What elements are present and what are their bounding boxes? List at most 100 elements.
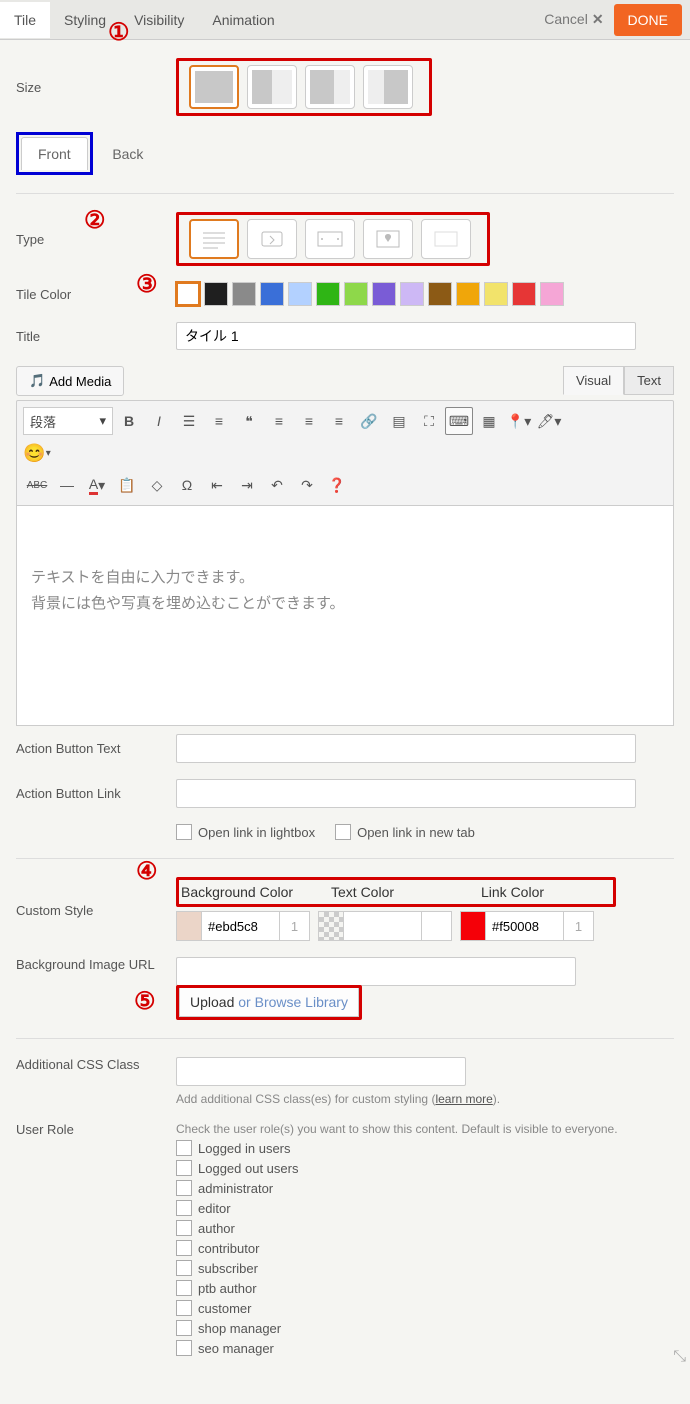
fullscreen-icon[interactable]: ⛶ [415, 407, 443, 435]
textcolor-icon[interactable]: A▾ [83, 471, 111, 499]
bgimage-input[interactable] [176, 957, 576, 986]
pin-icon[interactable]: 📍▾ [505, 407, 533, 435]
role-9[interactable]: shop manager [176, 1320, 674, 1336]
bullet-list-icon[interactable]: ☰ [175, 407, 203, 435]
role-8[interactable]: customer [176, 1300, 674, 1316]
swatch-5[interactable] [316, 282, 340, 306]
highlight-type [176, 212, 490, 266]
cs-bg-swatch[interactable] [176, 911, 202, 941]
align-left-icon[interactable]: ≡ [265, 407, 293, 435]
tab-tile[interactable]: Tile [0, 2, 50, 38]
quote-icon[interactable]: ❝ [235, 407, 263, 435]
row-action-text: Action Button Text [16, 726, 674, 771]
outdent-icon[interactable]: ⇤ [203, 471, 231, 499]
emoji-icon[interactable]: 😊▾ [23, 439, 51, 467]
tab-animation[interactable]: Animation [198, 2, 288, 38]
chk-lightbox[interactable]: Open link in lightbox [176, 824, 315, 840]
more-icon[interactable]: ▤ [385, 407, 413, 435]
swatch-1[interactable] [204, 282, 228, 306]
clear-icon[interactable]: ◇ [143, 471, 171, 499]
action-text-input[interactable] [176, 734, 636, 763]
link-icon[interactable]: 🔗 [355, 407, 383, 435]
swatch-9[interactable] [428, 282, 452, 306]
upload-button[interactable]: Upload or Browse Library [179, 988, 359, 1017]
swatch-11[interactable] [484, 282, 508, 306]
role-1[interactable]: Logged out users [176, 1160, 674, 1176]
addcss-input[interactable] [176, 1057, 466, 1086]
done-button[interactable]: DONE [614, 4, 682, 36]
cs-bg-input[interactable] [202, 911, 280, 941]
type-opt-gallery[interactable] [305, 219, 355, 259]
tab-text[interactable]: Text [624, 366, 674, 395]
type-opt-blank[interactable] [421, 219, 471, 259]
size-opt-3[interactable] [305, 65, 355, 109]
cs-text-swatch[interactable] [318, 911, 344, 941]
swatch-12[interactable] [512, 282, 536, 306]
learnmore-link[interactable]: learn more [435, 1092, 492, 1106]
highlight-front: Front [16, 132, 93, 175]
cs-link-input[interactable] [486, 911, 564, 941]
swatch-10[interactable] [456, 282, 480, 306]
format-select[interactable]: 段落▾ [23, 407, 113, 435]
tab-visibility[interactable]: Visibility [120, 2, 198, 38]
upload-label: Upload [190, 994, 234, 1010]
type-opt-map[interactable] [363, 219, 413, 259]
role-7[interactable]: ptb author [176, 1280, 674, 1296]
annotation-4: ④ [136, 857, 158, 886]
swatch-8[interactable] [400, 282, 424, 306]
number-list-icon[interactable]: ≡ [205, 407, 233, 435]
cs-link-opacity[interactable] [564, 911, 594, 941]
swatch-4[interactable] [288, 282, 312, 306]
undo-icon[interactable]: ↶ [263, 471, 291, 499]
cs-text-input[interactable] [344, 911, 422, 941]
swatch-7[interactable] [372, 282, 396, 306]
tab-visual[interactable]: Visual [563, 366, 624, 395]
hr-icon[interactable]: — [53, 471, 81, 499]
paste-icon[interactable]: 📋 [113, 471, 141, 499]
type-opt-text[interactable] [189, 219, 239, 259]
role-3[interactable]: editor [176, 1200, 674, 1216]
strike-icon[interactable]: ABC [23, 471, 51, 499]
chk-newtab[interactable]: Open link in new tab [335, 824, 475, 840]
action-link-input[interactable] [176, 779, 636, 808]
cancel-button[interactable]: Cancel✕ [544, 11, 603, 28]
swatch-6[interactable] [344, 282, 368, 306]
omega-icon[interactable]: Ω [173, 471, 201, 499]
align-center-icon[interactable]: ≡ [295, 407, 323, 435]
size-opt-4[interactable] [363, 65, 413, 109]
cs-bg-opacity[interactable] [280, 911, 310, 941]
editor-body[interactable]: テキストを自由に入力できます。 背景には色や写真を埋め込むことができます。 [16, 506, 674, 726]
topbar-actions: Cancel✕ DONE [544, 4, 690, 36]
add-media-button[interactable]: 🎵 Add Media [16, 366, 124, 396]
role-2[interactable]: administrator [176, 1180, 674, 1196]
table-icon[interactable]: ▦ [475, 407, 503, 435]
help-icon[interactable]: ❓ [323, 471, 351, 499]
swatch-0[interactable] [176, 282, 200, 306]
cs-text-opacity[interactable] [422, 911, 452, 941]
back-tab[interactable]: Back [96, 138, 159, 170]
swatch-13[interactable] [540, 282, 564, 306]
size-opt-2[interactable] [247, 65, 297, 109]
role-4[interactable]: author [176, 1220, 674, 1236]
keyboard-icon[interactable]: ⌨ [445, 407, 473, 435]
role-10[interactable]: seo manager [176, 1340, 674, 1356]
redo-icon[interactable]: ↷ [293, 471, 321, 499]
cs-link-swatch[interactable] [460, 911, 486, 941]
color-swatches [176, 282, 674, 306]
role-list: Logged in users Logged out users adminis… [176, 1140, 674, 1356]
swatch-2[interactable] [232, 282, 256, 306]
align-right-icon[interactable]: ≡ [325, 407, 353, 435]
italic-icon[interactable]: I [145, 407, 173, 435]
role-0[interactable]: Logged in users [176, 1140, 674, 1156]
role-6[interactable]: subscriber [176, 1260, 674, 1276]
swatch-3[interactable] [260, 282, 284, 306]
size-opt-1[interactable] [189, 65, 239, 109]
role-5[interactable]: contributor [176, 1240, 674, 1256]
front-tab[interactable]: Front [21, 137, 88, 170]
indent-icon[interactable]: ⇥ [233, 471, 261, 499]
bold-icon[interactable]: B [115, 407, 143, 435]
resize-handle-icon[interactable]: ⤡ [673, 1348, 686, 1366]
type-opt-button[interactable] [247, 219, 297, 259]
brush-icon[interactable]: 🖊▾ [535, 407, 563, 435]
title-input[interactable] [176, 322, 636, 350]
